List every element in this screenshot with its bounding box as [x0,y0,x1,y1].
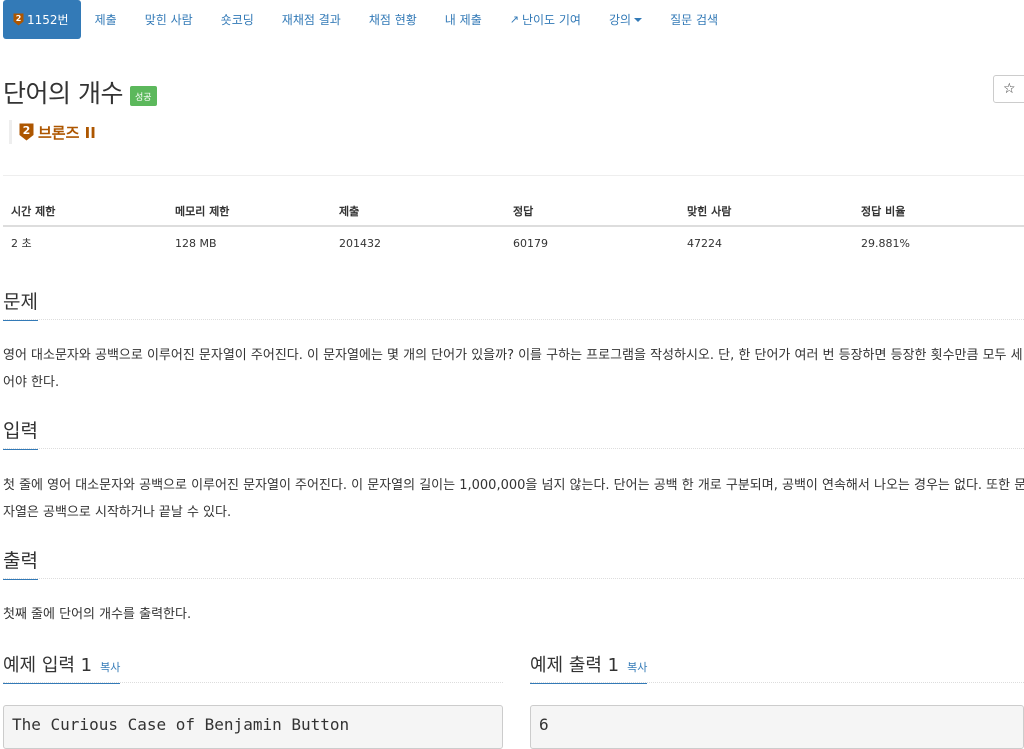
value-submissions: 201432 [339,236,381,250]
tab-label: 숏코딩 [220,13,254,27]
tab-problem-number[interactable]: 2 1152번 [3,0,81,39]
tab-short-coding[interactable]: 숏코딩 [207,0,268,39]
output-description: 첫째 줄에 단어의 개수를 출력한다. [3,607,192,622]
sample-output-box[interactable]: 6 [530,705,1024,749]
svg-text:2: 2 [23,124,31,137]
problem-tier[interactable]: 2 브론즈 II [9,120,96,144]
table-header-row: 시간 제한 메모리 제한 제출 정답 맞힌 사람 정답 비율 [3,196,1024,227]
star-icon: ☆ [1003,81,1016,97]
sample-input-title: 예제 입력 1 복사 [3,651,121,684]
tab-label: 내 제출 [444,13,482,27]
header-memory-limit: 메모리 제한 [167,196,331,227]
section-title-output: 출력 [3,546,38,580]
tab-question-search[interactable]: 질문 검색 [656,0,732,39]
tab-label: 맞힌 사람 [144,13,193,27]
problem-info-table: 시간 제한 메모리 제한 제출 정답 맞힌 사람 정답 비율 2 초 128 M… [3,196,1024,259]
value-accept-ratio: 29.881% [861,236,910,250]
tab-label: 질문 검색 [670,13,719,27]
sample-input-heading: 예제 입력 1 [3,655,93,676]
problem-title: 단어의 개수 [3,79,123,108]
tab-solvers[interactable]: 맞힌 사람 [131,0,207,39]
section-title-input: 입력 [3,416,38,450]
bronze-tier-icon: 2 [13,13,24,26]
header-accept-ratio: 정답 비율 [853,196,1024,227]
problem-title-row: 단어의 개수 성공 [3,74,157,110]
caret-down-icon [634,17,643,22]
external-link-icon: ↗ [509,13,519,26]
tab-label: 난이도 기여 [521,13,581,27]
tab-label: 1152번 [27,13,69,27]
section-divider [3,578,1024,579]
section-divider [3,448,1024,449]
value-solvers: 47224 [687,236,722,250]
table-row: 2 초 128 MB 201432 60179 47224 29.881% [3,226,1024,259]
value-time-limit: 2 초 [11,237,32,250]
copy-sample-input-button[interactable]: 복사 [100,659,120,675]
header-time-limit: 시간 제한 [3,196,167,227]
header-accepted: 정답 [505,196,679,227]
sample-output-heading: 예제 출력 1 [530,655,620,676]
status-badge: 성공 [129,86,157,106]
input-description: 첫 줄에 영어 대소문자와 공백으로 이루어진 문자열이 주어진다. 이 문자열… [3,478,1024,520]
problem-description: 영어 대소문자와 공백으로 이루어진 문자열이 주어진다. 이 문자열에는 몇 … [3,348,1023,390]
tab-judge-status[interactable]: 채점 현황 [355,0,431,39]
tab-my-submissions[interactable]: 내 제출 [431,0,496,39]
section-title-problem: 문제 [3,287,38,321]
sample-output-title: 예제 출력 1 복사 [530,651,648,684]
svg-text:2: 2 [16,14,22,23]
section-divider [3,319,1024,320]
bronze-tier-icon: 2 [19,123,34,141]
copy-sample-output-button[interactable]: 복사 [627,659,647,675]
tab-label: 제출 [94,13,117,27]
value-memory-limit: 128 MB [175,236,217,250]
tab-label: 채점 현황 [368,13,417,27]
divider [3,175,1024,176]
header-submissions: 제출 [331,196,505,227]
tab-rejudge-results[interactable]: 재채점 결과 [268,0,355,39]
tab-label: 강의 [608,13,632,27]
favorite-star-button[interactable]: ☆ [993,75,1024,103]
value-accepted: 60179 [513,236,548,250]
tab-submit[interactable]: 제출 [81,0,131,39]
sample-input-box[interactable]: The Curious Case of Benjamin Button [3,705,503,749]
tab-lectures-dropdown[interactable]: 강의 [595,0,656,39]
tab-label: 재채점 결과 [281,13,341,27]
tab-difficulty-contribution[interactable]: ↗ 난이도 기여 [496,0,595,39]
tier-name: 브론즈 II [38,123,96,142]
problem-nav-tabs: 2 1152번 제출 맞힌 사람 숏코딩 재채점 결과 채점 현황 내 제출 ↗… [3,0,732,39]
header-solvers: 맞힌 사람 [679,196,853,227]
